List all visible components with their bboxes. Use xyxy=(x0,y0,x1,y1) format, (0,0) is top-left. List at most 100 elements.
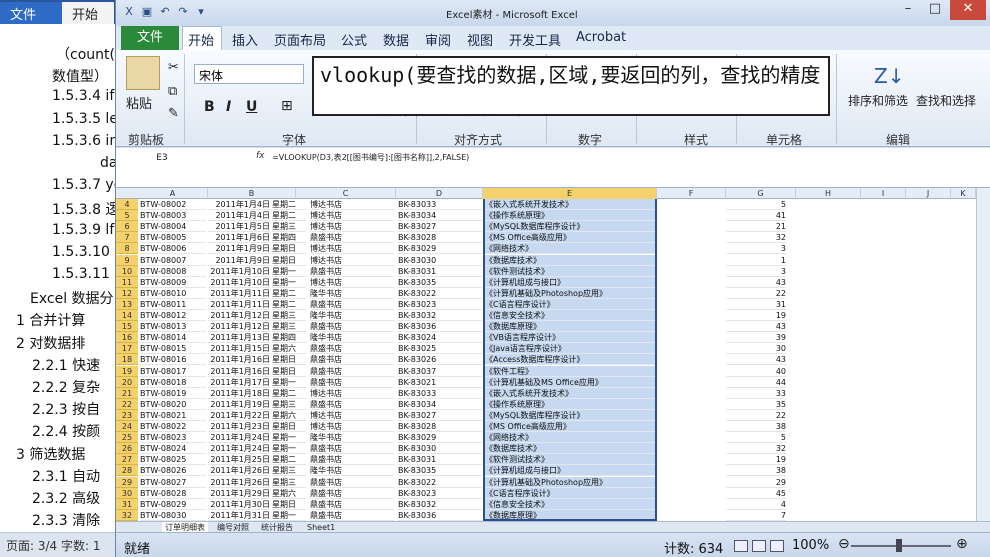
normal-view-icon[interactable] xyxy=(734,540,748,552)
column-header-j[interactable]: J xyxy=(906,188,951,199)
table-cell[interactable]: BK-83021 xyxy=(398,377,482,388)
table-cell[interactable]: 43 xyxy=(726,277,786,288)
table-cell[interactable]: 22 xyxy=(726,288,786,299)
save-icon[interactable]: ▣ xyxy=(140,5,154,19)
table-cell[interactable]: BTW-08021 xyxy=(140,410,206,421)
table-cell[interactable]: BK-83029 xyxy=(398,243,482,255)
table-cell[interactable]: 《软件工程》 xyxy=(485,366,655,377)
table-cell[interactable]: BK-83034 xyxy=(398,210,482,222)
row-header[interactable]: 23 xyxy=(116,409,138,421)
table-cell[interactable]: BTW-08006 xyxy=(140,243,206,255)
table-cell[interactable]: 《操作系统原理》 xyxy=(485,399,655,410)
table-cell[interactable]: 1 xyxy=(726,255,786,266)
page-layout-view-icon[interactable] xyxy=(752,540,766,552)
table-cell[interactable]: 《嵌入式系统开发技术》 xyxy=(485,388,655,399)
tab-page-layout[interactable]: 页面布局 xyxy=(274,30,326,49)
row-header[interactable]: 26 xyxy=(116,443,138,455)
table-cell[interactable]: 2011年1月12日 xyxy=(208,321,270,333)
table-cell[interactable]: 鼎盛书店 xyxy=(310,454,394,466)
row-header[interactable]: 17 xyxy=(116,343,138,355)
table-cell[interactable]: 《Java语言程序设计》 xyxy=(485,343,655,355)
table-cell[interactable]: 32 xyxy=(726,232,786,244)
table-cell[interactable]: 鼎盛书店 xyxy=(310,299,394,310)
maximize-button[interactable]: □ xyxy=(922,0,948,20)
tab-file[interactable]: 文件 xyxy=(121,26,179,50)
table-cell[interactable]: 43 xyxy=(726,354,786,366)
table-cell[interactable]: BTW-08017 xyxy=(140,366,206,377)
table-cell[interactable]: 3 xyxy=(726,243,786,255)
sort-filter-icon[interactable]: Z↓ xyxy=(874,64,904,88)
table-cell[interactable]: 博达书店 xyxy=(310,388,394,399)
table-cell[interactable]: 40 xyxy=(726,366,786,377)
cut-icon[interactable]: ✂ xyxy=(168,60,179,75)
table-cell[interactable]: 2011年1月5日 xyxy=(208,221,270,233)
row-header[interactable]: 12 xyxy=(116,287,138,299)
table-cell[interactable]: 2011年1月9日 xyxy=(208,255,270,266)
table-cell[interactable]: 星期二 xyxy=(272,199,306,210)
table-cell[interactable]: BK-83027 xyxy=(398,221,482,233)
zoom-level[interactable]: 100% xyxy=(792,538,829,553)
table-cell[interactable]: 33 xyxy=(726,388,786,399)
table-cell[interactable]: BK-83033 xyxy=(398,388,482,399)
zoom-out-icon[interactable]: ⊖ xyxy=(838,536,850,552)
table-cell[interactable]: 2011年1月22日 xyxy=(208,410,270,421)
row-header[interactable]: 9 xyxy=(116,254,138,266)
table-cell[interactable]: 5 xyxy=(726,199,786,210)
table-cell[interactable]: 星期二 xyxy=(272,454,306,466)
paste-button[interactable]: 粘贴 xyxy=(126,93,152,112)
row-header[interactable]: 31 xyxy=(116,498,138,510)
table-cell[interactable]: 41 xyxy=(726,210,786,222)
table-cell[interactable]: BK-83036 xyxy=(398,510,482,521)
table-cell[interactable]: BTW-08019 xyxy=(140,388,206,399)
table-cell[interactable]: BK-83035 xyxy=(398,277,482,288)
minimize-button[interactable]: – xyxy=(895,0,921,20)
table-cell[interactable]: 2011年1月4日 xyxy=(208,210,270,222)
row-header[interactable]: 20 xyxy=(116,376,138,388)
table-cell[interactable]: BTW-08012 xyxy=(140,310,206,321)
redo-icon[interactable]: ↷ xyxy=(176,5,190,19)
table-cell[interactable]: 《网络技术》 xyxy=(485,432,655,444)
table-cell[interactable]: 鼎盛书店 xyxy=(310,443,394,455)
table-cell[interactable]: 《MySQL数据库程序设计》 xyxy=(485,410,655,421)
table-cell[interactable]: 31 xyxy=(726,299,786,310)
table-cell[interactable]: 2011年1月19日 xyxy=(208,399,270,410)
table-cell[interactable]: 《嵌入式系统开发技术》 xyxy=(485,199,655,210)
table-cell[interactable]: 星期日 xyxy=(272,243,306,255)
row-header[interactable]: 19 xyxy=(116,365,138,377)
table-cell[interactable]: BK-83036 xyxy=(398,321,482,333)
word-tab-file[interactable]: 文件 xyxy=(0,2,62,24)
tab-formulas[interactable]: 公式 xyxy=(341,30,367,49)
table-cell[interactable]: BK-83032 xyxy=(398,310,482,321)
table-cell[interactable]: 《信息安全技术》 xyxy=(485,310,655,321)
table-cell[interactable]: 鼎盛书店 xyxy=(310,266,394,277)
row-header[interactable]: 6 xyxy=(116,221,138,233)
table-cell[interactable]: 2011年1月4日 xyxy=(208,199,270,210)
tab-view[interactable]: 视图 xyxy=(467,30,493,49)
table-cell[interactable]: 2011年1月6日 xyxy=(208,232,270,244)
table-cell[interactable]: 30 xyxy=(726,343,786,355)
table-cell[interactable]: 2011年1月10日 xyxy=(208,266,270,277)
column-header-e[interactable]: E xyxy=(483,188,657,199)
row-header[interactable]: 30 xyxy=(116,487,138,499)
table-cell[interactable]: 鼎盛书店 xyxy=(310,354,394,366)
table-cell[interactable]: 《Access数据库程序设计》 xyxy=(485,354,655,366)
table-cell[interactable]: BK-83035 xyxy=(398,465,482,477)
table-cell[interactable]: 星期日 xyxy=(272,255,306,266)
row-header[interactable]: 11 xyxy=(116,276,138,288)
table-cell[interactable]: 星期六 xyxy=(272,410,306,421)
row-header[interactable]: 32 xyxy=(116,509,138,521)
table-cell[interactable]: 《软件测试技术》 xyxy=(485,454,655,466)
table-cell[interactable]: 博达书店 xyxy=(310,221,394,233)
table-cell[interactable]: 2011年1月23日 xyxy=(208,421,270,432)
column-header-g[interactable]: G xyxy=(726,188,796,199)
format-painter-icon[interactable]: ✎ xyxy=(168,106,179,121)
table-cell[interactable]: 《计算机组成与接口》 xyxy=(485,277,655,288)
table-cell[interactable]: 星期六 xyxy=(272,343,306,355)
table-cell[interactable]: BTW-08003 xyxy=(140,210,206,222)
row-header[interactable]: 25 xyxy=(116,432,138,444)
table-cell[interactable]: BTW-08022 xyxy=(140,421,206,432)
tab-insert[interactable]: 插入 xyxy=(232,30,258,49)
table-cell[interactable]: BTW-08029 xyxy=(140,499,206,510)
worksheet-grid[interactable]: ABCDEFGHIJK 4 BTW-08002 2011年1月4日 星期二 博达书店 BK… xyxy=(116,188,990,521)
table-cell[interactable]: 2011年1月10日 xyxy=(208,277,270,288)
